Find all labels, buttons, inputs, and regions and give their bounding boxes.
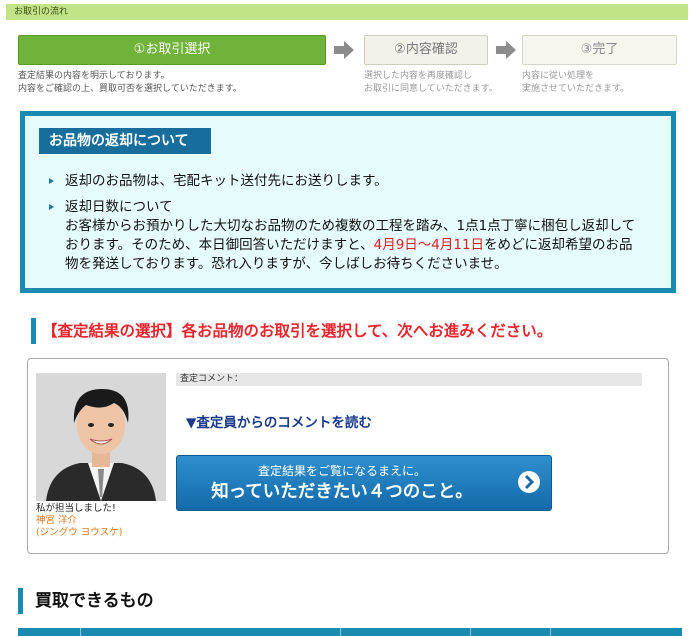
- notice-bullet: 返却のお品物は、宅配キット送付先にお送りします。: [49, 172, 645, 191]
- notice-bullet: 返却日数について お客様からお預かりした大切なお品物のため複数の工程を踏み、1点…: [49, 198, 645, 274]
- return-notice: お品物の返却について 返却のお品物は、宅配キット送付先にお送りします。 返却日数…: [20, 111, 676, 293]
- chevron-right-icon: [518, 471, 540, 493]
- step-confirm-description: 選択した内容を再度確認し お取引に同意していただきます。: [364, 71, 498, 94]
- step-select: ①お取引選択: [18, 35, 326, 65]
- notice-bullet-heading: 返却日数について: [65, 199, 173, 215]
- banner-line1: 査定結果をご覧になるまえに。: [257, 464, 426, 478]
- arrow-right-icon: [496, 41, 516, 59]
- flow-header: お取引の流れ: [6, 4, 688, 20]
- assessor-name: 神宮 洋介: [36, 515, 78, 526]
- assessor-portrait-icon: [36, 373, 166, 501]
- buyable-heading: 買取できるもの: [18, 588, 154, 614]
- assessor-caption: 私が担当しました! 神宮 洋介 (ジングウ ヨウスケ): [36, 503, 122, 539]
- step-select-description: 査定結果の内容を明示しております。 内容をご確認の上、買取可否を選択していただき…: [18, 71, 242, 94]
- step-complete-description: 内容に従い処理を 実施させていただきます。: [522, 71, 630, 94]
- comment-label: 査定コメント：: [176, 373, 642, 386]
- step-progress: ①お取引選択 ②内容確認 ③完了: [18, 35, 682, 65]
- banner-line2: 知っていただきたい４つのこと。: [211, 482, 473, 502]
- read-comment-link[interactable]: ▼査定員からのコメントを読む: [186, 411, 372, 431]
- return-dates: 4月9日〜4月11日: [373, 237, 485, 253]
- step-confirm: ②内容確認: [364, 35, 488, 65]
- assessor-caption-text: 私が担当しました!: [36, 503, 116, 514]
- arrow-right-icon: [334, 41, 354, 59]
- four-things-banner[interactable]: 査定結果をご覧になるまえに。 知っていただきたい４つのこと。: [176, 455, 552, 511]
- step-complete: ③完了: [522, 35, 677, 65]
- notice-title: お品物の返却について: [39, 128, 211, 154]
- assessment-panel: 私が担当しました! 神宮 洋介 (ジングウ ヨウスケ) 査定コメント： ▼査定員…: [27, 358, 669, 554]
- table-header-bar: [18, 628, 682, 636]
- assessor-photo: [36, 373, 166, 501]
- selection-heading: 【査定結果の選択】各お品物のお取引を選択して、次へお進みください。: [31, 318, 552, 344]
- assessor-reading: (ジングウ ヨウスケ): [36, 527, 123, 538]
